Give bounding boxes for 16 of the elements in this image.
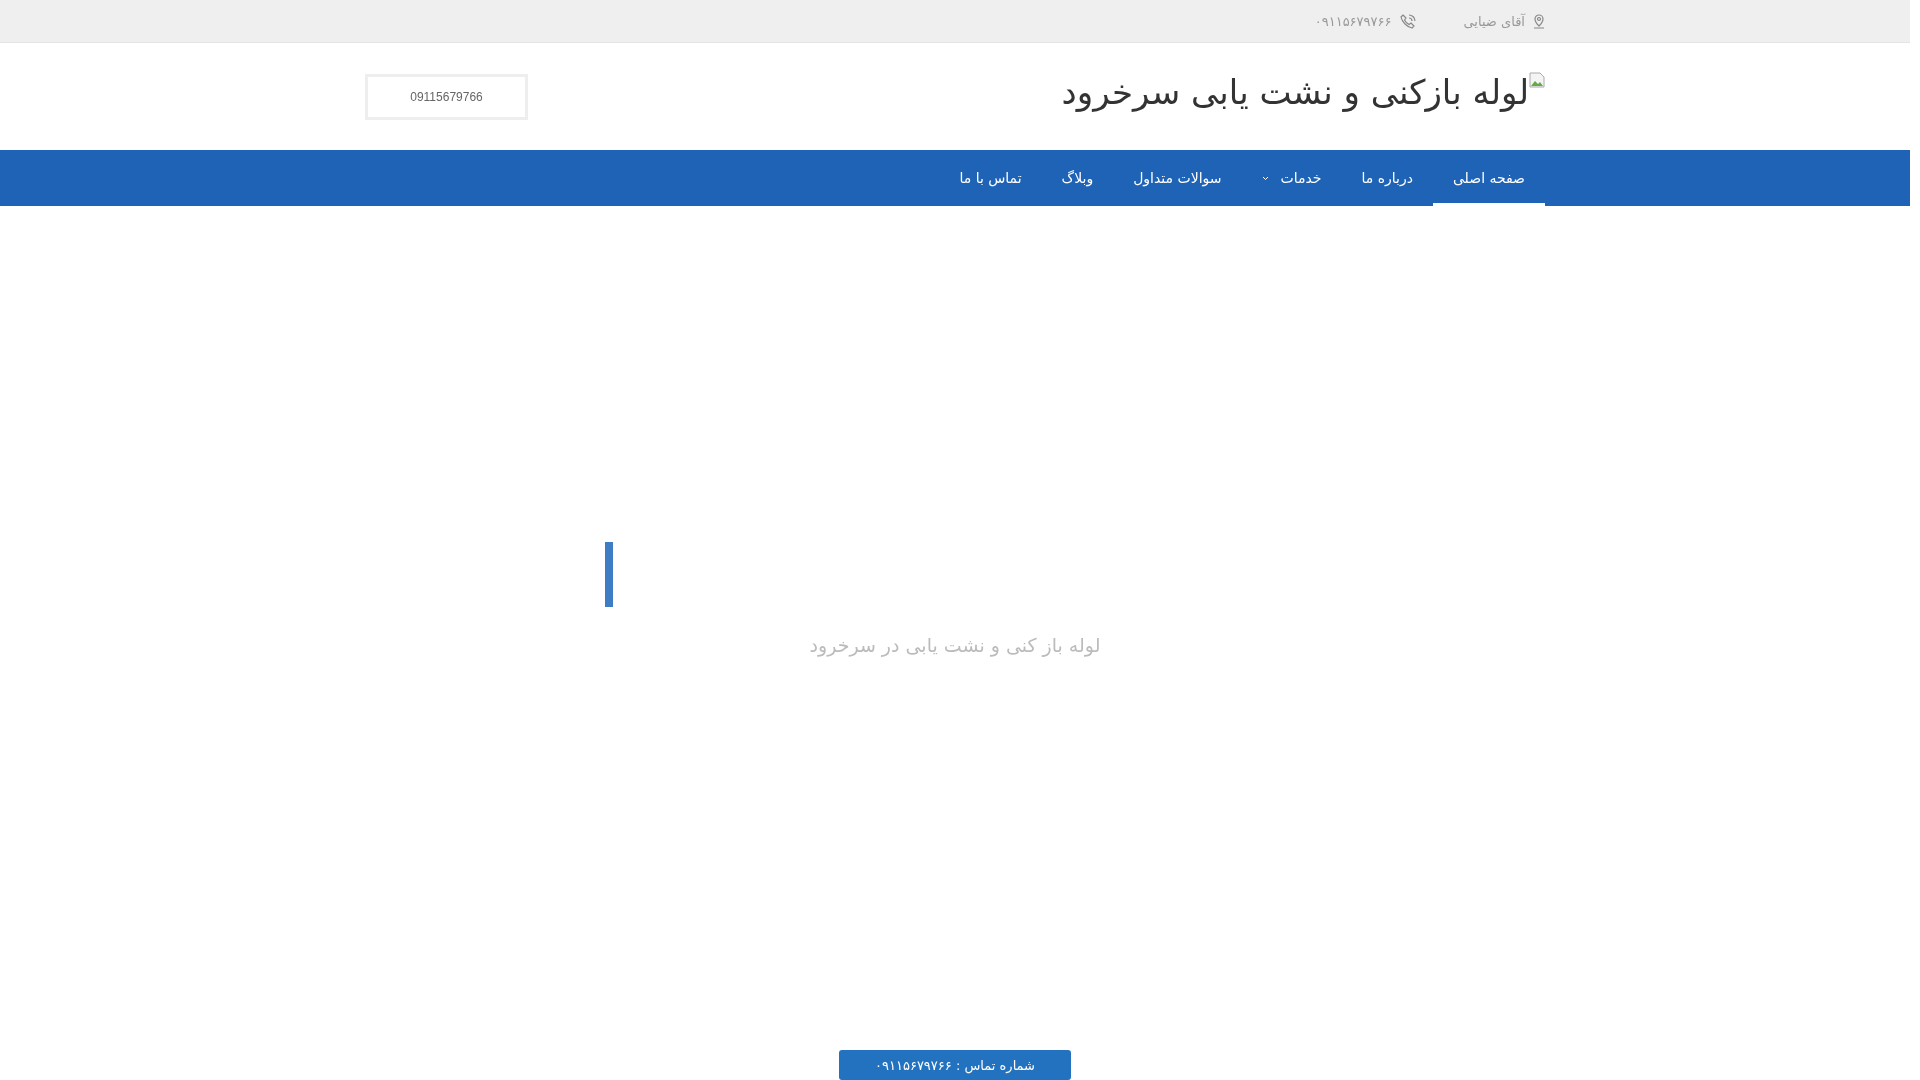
top-phone-number: ۰۹۱۱۵۶۷۹۷۶۶: [1314, 13, 1392, 29]
text-cursor: [605, 542, 613, 607]
nav-item[interactable]: سوالات متداول: [1113, 150, 1242, 206]
phone-icon: [1399, 13, 1416, 29]
nav-item[interactable]: درباره ما: [1341, 150, 1433, 206]
call-button[interactable]: شماره تماس : ۰۹۱۱۵۶۷۹۷۶۶: [839, 1050, 1071, 1080]
location-pin-icon: [1533, 13, 1545, 29]
nav-item[interactable]: تماس با ما: [939, 150, 1042, 206]
nav-item[interactable]: وبلاگ: [1041, 150, 1114, 206]
phone-button[interactable]: 09115679766: [365, 73, 528, 120]
nav-item[interactable]: خدمات: [1241, 150, 1342, 206]
hero-subtitle: لوله باز کنی و نشت یابی در سرخرود: [808, 634, 1102, 656]
site-logo-text[interactable]: لوله بازکنی و نشت یابی سرخرود: [1061, 71, 1529, 112]
broken-image-icon: [1529, 71, 1545, 88]
contact-name: آقای ضیایی: [1463, 13, 1525, 29]
nav-item[interactable]: صفحه اصلی: [1432, 150, 1545, 206]
